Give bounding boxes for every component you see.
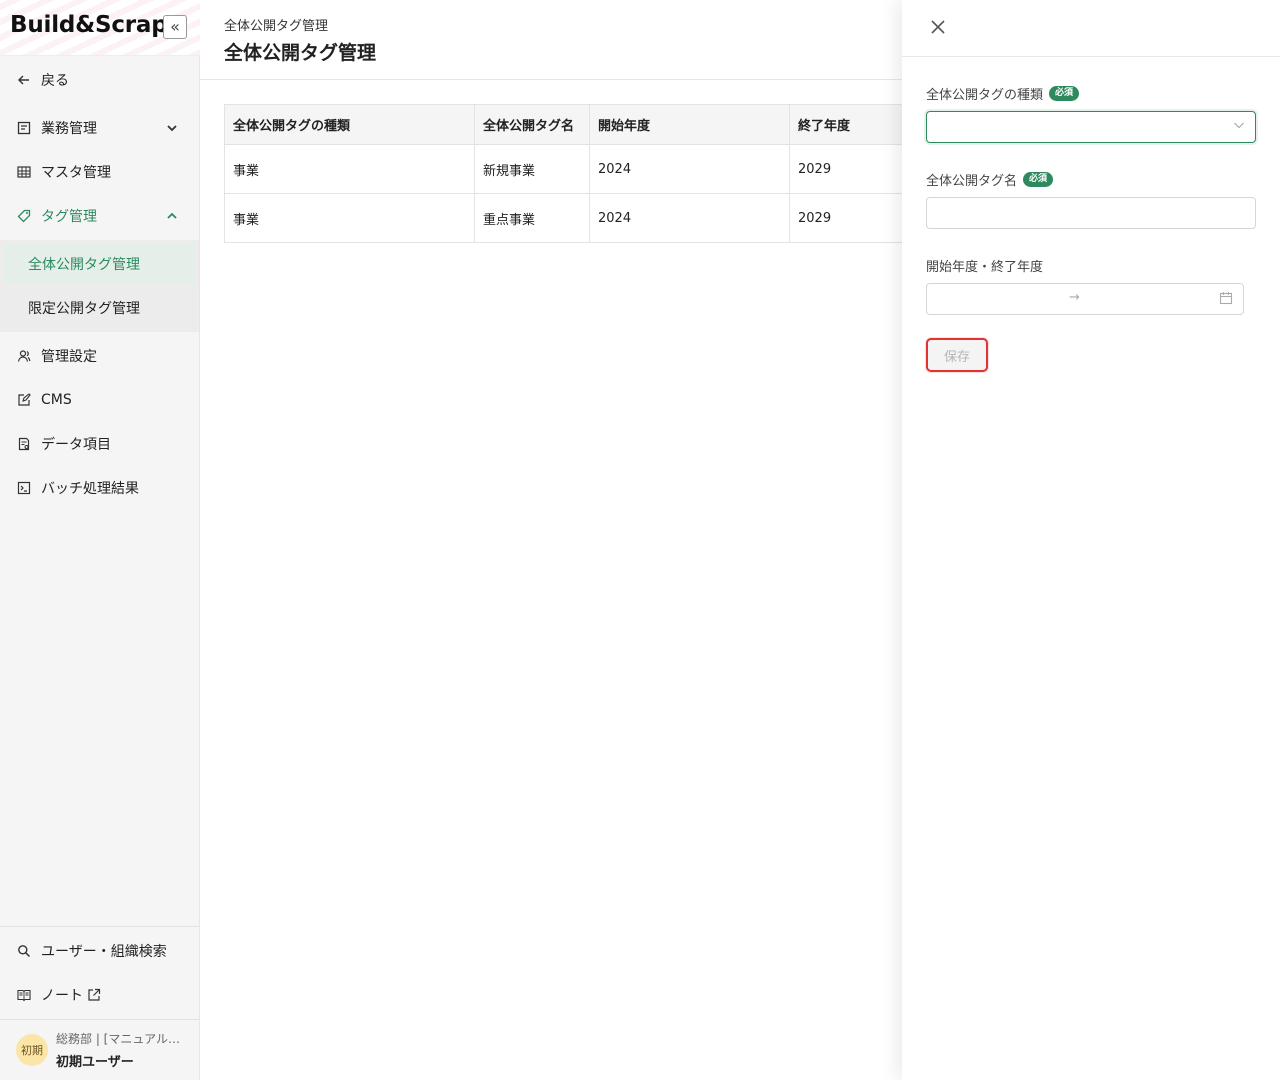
breadcrumb[interactable]: 全体公開タグ管理 bbox=[224, 15, 328, 34]
tag-name-input[interactable] bbox=[926, 197, 1256, 229]
sidebar-divider bbox=[0, 926, 199, 927]
table-header-row: 全体公開タグの種類 全体公開タグ名 開始年度 終了年度 bbox=[224, 104, 910, 145]
create-tag-drawer: 全体公開タグの種類 必須 全体公開タグ名 必須 開始年度・終了年度 → 保存 bbox=[902, 0, 1280, 1080]
sidebar-item-master[interactable]: マスタ管理 bbox=[0, 152, 199, 192]
sidebar-item-label: CMS bbox=[41, 392, 72, 408]
table-cell: 事業 bbox=[224, 144, 475, 194]
required-badge: 必須 bbox=[1049, 86, 1080, 101]
app-logo[interactable]: Build&Scrap bbox=[10, 12, 168, 38]
sidebar-item-business[interactable]: 業務管理 bbox=[0, 108, 199, 148]
drawer-header bbox=[902, 0, 1280, 57]
sidebar-item-label: 管理設定 bbox=[41, 349, 97, 365]
table-cell: 重点事業 bbox=[474, 193, 590, 243]
close-button[interactable] bbox=[928, 17, 948, 37]
task-icon bbox=[16, 120, 32, 136]
required-badge: 必須 bbox=[1023, 172, 1054, 187]
chevron-down-icon bbox=[1233, 119, 1245, 131]
table-row[interactable]: 事業 重点事業 2024 2029 bbox=[224, 193, 910, 243]
tag-icon bbox=[16, 208, 32, 224]
users-icon bbox=[16, 348, 32, 364]
user-department: 総務部 | [マニュアル… bbox=[56, 1032, 180, 1046]
tag-type-select[interactable] bbox=[926, 111, 1256, 143]
sidebar-collapse-button[interactable]: « bbox=[163, 15, 187, 39]
sidebar-item-user-search[interactable]: ユーザー・組織検索 bbox=[0, 931, 199, 971]
back-label: 戻る bbox=[41, 73, 69, 89]
sidebar-subitem-limited-tags[interactable]: 限定公開タグ管理 bbox=[4, 288, 195, 328]
sidebar-item-batch-results[interactable]: バッチ処理結果 bbox=[0, 468, 199, 508]
close-icon bbox=[931, 20, 945, 34]
terminal-icon bbox=[16, 480, 32, 496]
sidebar: Build&Scrap « 戻る 業務管理 マスタ管理 タグ管理 全体公開タグ管… bbox=[0, 0, 200, 1080]
start-year-input[interactable] bbox=[935, 290, 1055, 308]
avatar: 初期 bbox=[16, 1034, 48, 1066]
sidebar-item-data-fields[interactable]: データ項目 bbox=[0, 424, 199, 464]
column-header-end-year[interactable]: 終了年度 bbox=[789, 104, 910, 145]
user-profile[interactable]: 初期 総務部 | [マニュアル… 初期ユーザー bbox=[0, 1020, 199, 1080]
period-label: 開始年度・終了年度 bbox=[926, 256, 1043, 275]
back-link[interactable]: 戻る bbox=[0, 60, 199, 100]
table-row[interactable]: 事業 新規事業 2024 2029 bbox=[224, 144, 910, 194]
tag-name-label-text: 全体公開タグ名 bbox=[926, 174, 1018, 189]
tag-type-label-text: 全体公開タグの種類 bbox=[926, 88, 1044, 103]
table-cell: 2024 bbox=[589, 193, 790, 243]
column-header-tag-type[interactable]: 全体公開タグの種類 bbox=[224, 104, 475, 145]
calendar-icon bbox=[1219, 291, 1233, 305]
tags-table: 全体公開タグの種類 全体公開タグ名 開始年度 終了年度 事業 新規事業 2024… bbox=[224, 104, 910, 243]
year-range-picker[interactable]: → bbox=[926, 283, 1244, 315]
save-button[interactable]: 保存 bbox=[926, 338, 988, 372]
table-icon bbox=[16, 164, 32, 180]
sidebar-item-label: 業務管理 bbox=[41, 121, 97, 137]
range-separator: → bbox=[1069, 290, 1080, 305]
sidebar-item-note[interactable]: ノート bbox=[0, 975, 199, 1015]
book-icon bbox=[16, 987, 32, 1003]
page-title: 全体公開タグ管理 bbox=[224, 42, 377, 64]
sidebar-item-cms[interactable]: CMS bbox=[0, 380, 199, 420]
arrow-left-icon bbox=[16, 72, 32, 88]
table-cell: 新規事業 bbox=[474, 144, 590, 194]
sidebar-item-label: マスタ管理 bbox=[41, 165, 111, 181]
table-cell: 2024 bbox=[589, 144, 790, 194]
sidebar-item-admin-settings[interactable]: 管理設定 bbox=[0, 336, 199, 376]
user-info: 総務部 | [マニュアル… 初期ユーザー bbox=[56, 1030, 180, 1070]
chevron-down-icon bbox=[165, 121, 179, 135]
sidebar-item-label: ノート bbox=[41, 988, 83, 1004]
logo-area: Build&Scrap « bbox=[0, 0, 200, 56]
chevron-up-icon bbox=[165, 209, 179, 223]
user-name: 初期ユーザー bbox=[56, 1055, 134, 1070]
column-header-tag-name[interactable]: 全体公開タグ名 bbox=[474, 104, 590, 145]
table-cell: 事業 bbox=[224, 193, 475, 243]
table-cell: 2029 bbox=[789, 144, 910, 194]
edit-icon bbox=[16, 392, 32, 408]
search-icon bbox=[16, 943, 32, 959]
document-icon bbox=[16, 436, 32, 452]
column-header-start-year[interactable]: 開始年度 bbox=[589, 104, 790, 145]
end-year-input[interactable] bbox=[1097, 290, 1207, 308]
period-label-text: 開始年度・終了年度 bbox=[926, 260, 1044, 275]
sidebar-item-label: バッチ処理結果 bbox=[41, 481, 139, 497]
external-link-icon bbox=[87, 988, 101, 1002]
sidebar-item-label: タグ管理 bbox=[41, 209, 97, 225]
tag-type-label: 全体公開タグの種類 必須 bbox=[926, 84, 1080, 103]
table-cell: 2029 bbox=[789, 193, 910, 243]
tag-name-label: 全体公開タグ名 必須 bbox=[926, 170, 1054, 189]
sidebar-item-tags[interactable]: タグ管理 bbox=[0, 196, 199, 236]
sidebar-subitem-public-tags[interactable]: 全体公開タグ管理 bbox=[4, 244, 195, 284]
sidebar-item-label: ユーザー・組織検索 bbox=[41, 944, 167, 960]
sidebar-item-label: データ項目 bbox=[41, 437, 111, 453]
